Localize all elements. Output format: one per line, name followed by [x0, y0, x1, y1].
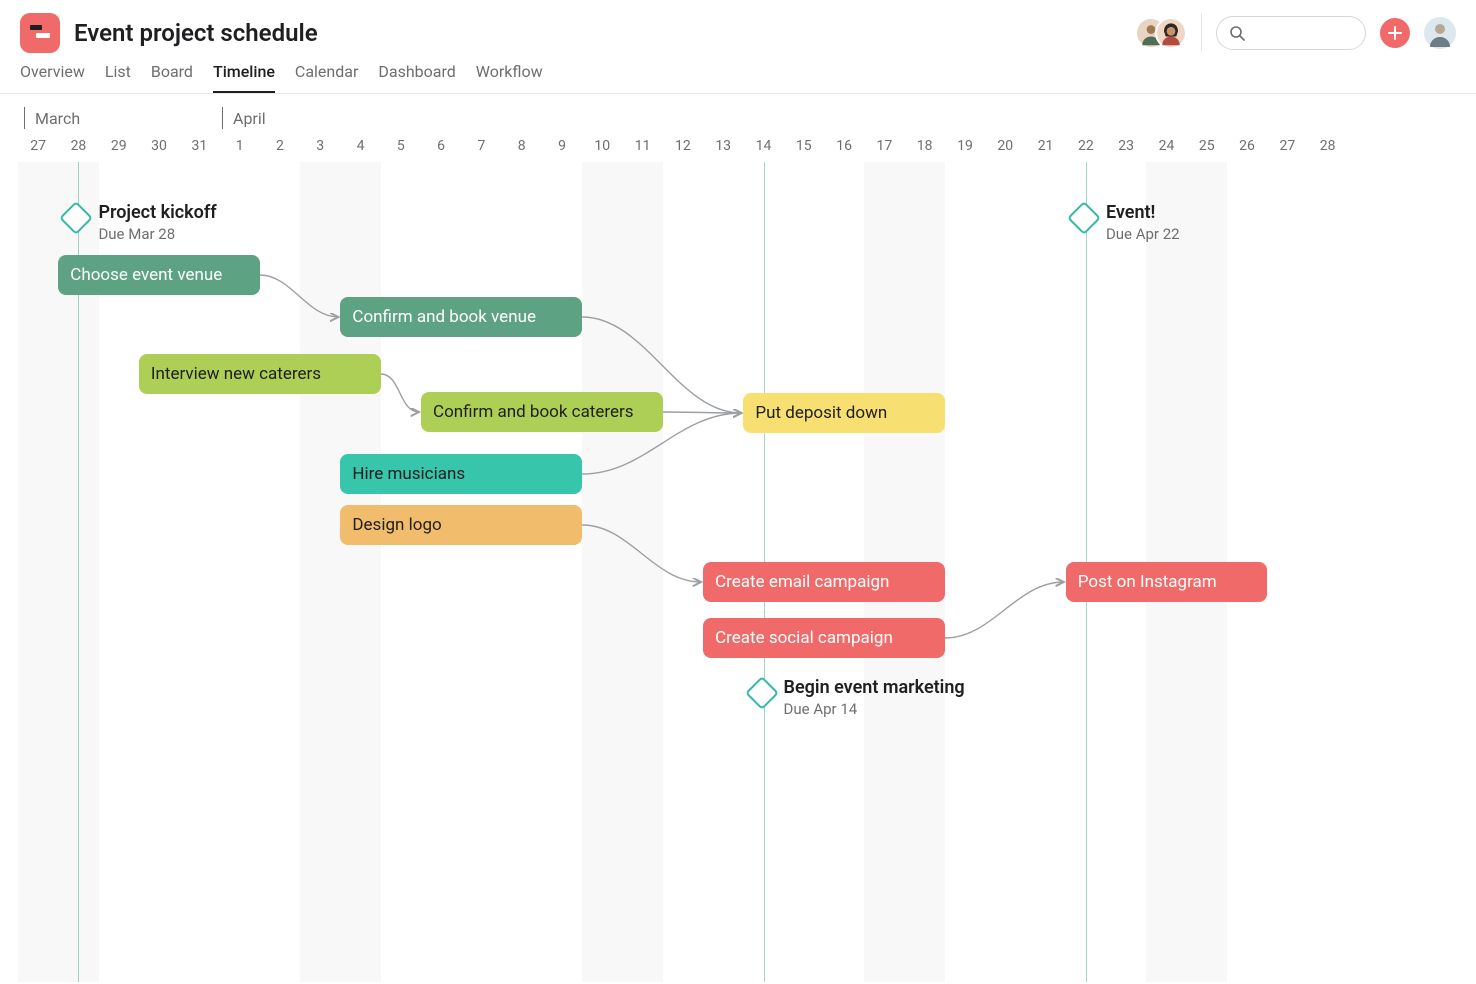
day-column: 10: [582, 132, 622, 154]
day-column: 6: [421, 132, 461, 154]
milestone[interactable]: Begin event marketing Due Apr 14: [750, 677, 965, 718]
tab-calendar[interactable]: Calendar: [295, 62, 358, 93]
day-column: 25: [1187, 132, 1227, 154]
day-column: 21: [1025, 132, 1065, 154]
day-column: 13: [703, 132, 743, 154]
person-icon: [1424, 17, 1456, 49]
task-bar[interactable]: Post on Instagram: [1066, 562, 1268, 602]
month-label: April: [222, 107, 266, 129]
month-label: March: [24, 107, 80, 129]
project-icon[interactable]: [20, 13, 60, 53]
diamond-icon: [59, 201, 93, 235]
day-column: 16: [824, 132, 864, 154]
day-column: 5: [381, 132, 421, 154]
project-title: Event project schedule: [74, 19, 318, 47]
day-column: 8: [502, 132, 542, 154]
tab-overview[interactable]: Overview: [20, 62, 85, 93]
day-column: 22: [1066, 132, 1106, 154]
board-icon: [30, 25, 50, 41]
task-bar[interactable]: Design logo: [340, 505, 582, 545]
milestone-due: Due Mar 28: [98, 225, 216, 243]
timeline-canvas[interactable]: Project kickoff Due Mar 28 Event! Due Apr 2…: [0, 162, 1476, 982]
tab-list[interactable]: List: [105, 62, 131, 93]
day-column: 18: [905, 132, 945, 154]
day-column: 31: [179, 132, 219, 154]
day-column: 14: [743, 132, 783, 154]
day-column: 20: [985, 132, 1025, 154]
day-column: 11: [622, 132, 662, 154]
milestone-title: Project kickoff: [98, 202, 216, 223]
milestone[interactable]: Event! Due Apr 22: [1072, 202, 1180, 243]
task-bar[interactable]: Hire musicians: [340, 454, 582, 494]
milestone-title: Event!: [1106, 202, 1180, 223]
task-bar[interactable]: Interview new caterers: [139, 354, 381, 394]
day-column: 3: [300, 132, 340, 154]
member-avatars[interactable]: [1135, 17, 1187, 49]
task-bar[interactable]: Put deposit down: [743, 393, 945, 433]
person-icon: [1157, 17, 1185, 49]
diamond-icon: [745, 676, 779, 710]
day-column: 24: [1146, 132, 1186, 154]
current-user-avatar[interactable]: [1424, 17, 1456, 49]
weekend-shade: [582, 162, 663, 982]
day-column: 1: [219, 132, 259, 154]
day-column: 7: [461, 132, 501, 154]
task-bar[interactable]: Create email campaign: [703, 562, 945, 602]
tab-dashboard[interactable]: Dashboard: [378, 62, 455, 93]
header: Event project schedule: [0, 0, 1476, 52]
tab-timeline[interactable]: Timeline: [213, 62, 275, 93]
day-column: 15: [784, 132, 824, 154]
view-tabs: Overview List Board Timeline Calendar Dashboa…: [0, 52, 1476, 94]
milestone-due: Due Apr 22: [1106, 225, 1180, 243]
search-icon: [1229, 25, 1245, 41]
day-column: 12: [663, 132, 703, 154]
task-bar[interactable]: Create social campaign: [703, 618, 945, 658]
task-bar[interactable]: Choose event venue: [58, 255, 260, 295]
day-column: 28: [58, 132, 98, 154]
diamond-icon: [1067, 201, 1101, 235]
milestone-due: Due Apr 14: [784, 700, 965, 718]
day-column: 27: [1267, 132, 1307, 154]
month-header: March April: [0, 100, 1476, 132]
day-column: 29: [99, 132, 139, 154]
day-column: 9: [542, 132, 582, 154]
task-bar[interactable]: Confirm and book venue: [340, 297, 582, 337]
day-column: 17: [864, 132, 904, 154]
tab-board[interactable]: Board: [151, 62, 193, 93]
day-column: 28: [1308, 132, 1348, 154]
milestone-title: Begin event marketing: [784, 677, 965, 698]
day-column: 2: [260, 132, 300, 154]
day-column: 27: [18, 132, 58, 154]
avatar[interactable]: [1155, 17, 1187, 49]
add-button[interactable]: [1380, 18, 1410, 48]
day-column: 26: [1227, 132, 1267, 154]
day-column: 19: [945, 132, 985, 154]
day-column: 30: [139, 132, 179, 154]
day-column: 4: [340, 132, 380, 154]
milestone[interactable]: Project kickoff Due Mar 28: [64, 202, 216, 243]
day-header: 2728293031123456789101112131415161718192…: [0, 132, 1476, 162]
tab-workflow[interactable]: Workflow: [476, 62, 543, 93]
day-column: 23: [1106, 132, 1146, 154]
plus-icon: [1388, 26, 1402, 40]
task-bar[interactable]: Confirm and book caterers: [421, 392, 663, 432]
weekend-shade: [300, 162, 381, 982]
search-input[interactable]: [1216, 16, 1366, 50]
divider: [1201, 13, 1202, 53]
